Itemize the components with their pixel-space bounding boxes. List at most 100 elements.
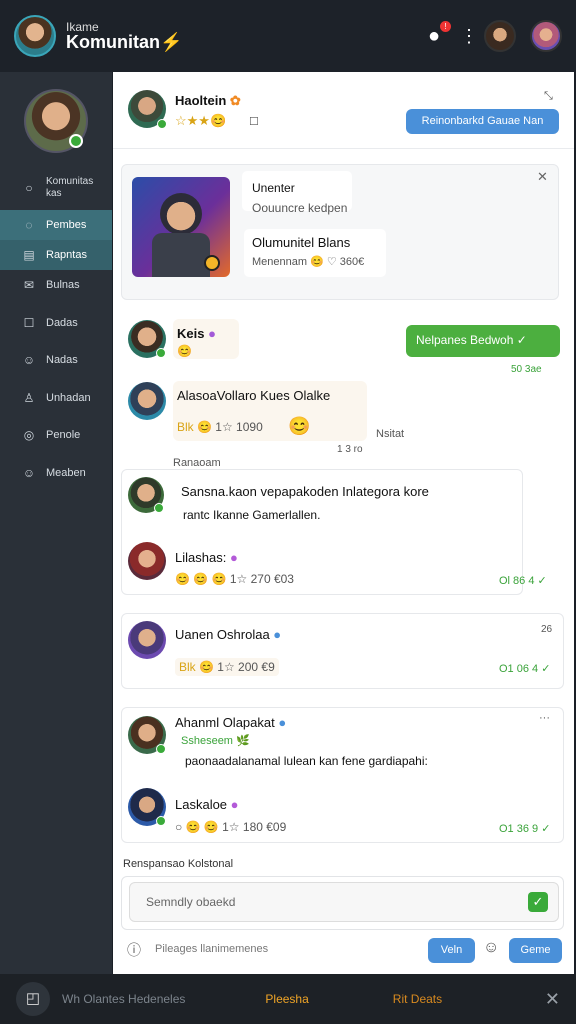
message-text: rantc Ikanne Gamerlallen. xyxy=(183,508,321,522)
bottom-link[interactable]: Pleesha xyxy=(265,992,308,1006)
reaction-bar: Blk 😊 1☆ 1090 xyxy=(177,420,263,434)
feature-title: Unenter xyxy=(252,181,295,195)
feature-card[interactable]: Unenter Oouuncre kedpen Olumunitel Blans… xyxy=(121,164,559,300)
chat-icon[interactable]: ◰ xyxy=(16,982,50,1016)
message-meta: O1 36 9 ✓ xyxy=(499,823,551,835)
message-author: Ahanml Olapakat ● xyxy=(175,715,287,730)
more-icon[interactable]: ··· xyxy=(539,712,550,724)
message-text: Sansna.kaon vepapakoden Inlategora kore xyxy=(181,484,429,499)
user-icon: ♙ xyxy=(23,391,35,405)
bottom-label: Wh Olantes Hedeneles xyxy=(62,992,186,1006)
message-time: 1 3 ro xyxy=(337,444,363,455)
sidebar-item-label: Bulnas xyxy=(46,279,80,291)
emoji-icon[interactable]: ☺ xyxy=(483,939,499,957)
message-subtitle: Ssheseem 🌿 xyxy=(181,735,250,747)
notification-badge: ! xyxy=(440,21,451,32)
avatar[interactable] xyxy=(128,788,166,826)
message-input[interactable]: Semndly obaekd ✓ xyxy=(129,882,559,922)
emoji: 😊 xyxy=(288,416,311,436)
target-icon: ◎ xyxy=(23,428,35,442)
check-icon[interactable]: ✓ xyxy=(528,892,548,912)
sidebar-item-rapntas[interactable]: ▤ Rapntas xyxy=(0,240,112,270)
reaction-bar: Blk 😊 1☆ 200 €9 xyxy=(175,658,279,676)
bell-icon[interactable]: ●! xyxy=(422,21,451,48)
action-button[interactable]: Reinonbarkd Gauae Nan xyxy=(406,109,559,134)
message-author: Uanen Oshrolaa ● xyxy=(175,627,282,642)
app-brand: Ikame Komunitan⚡ xyxy=(66,21,182,51)
sidebar-item-label: Penole xyxy=(46,429,81,441)
sidebar-item-bulnas[interactable]: ✉ Bulnas xyxy=(0,270,112,300)
sidebar-item-label: Dadas xyxy=(46,317,78,329)
sidebar-item-label: Meaben xyxy=(46,467,86,479)
avatar[interactable] xyxy=(128,320,166,358)
section-label: Ranaoam xyxy=(173,457,221,469)
close-icon[interactable]: ✕ xyxy=(545,989,560,1010)
reaction: 😊 xyxy=(177,344,192,358)
helper-text: Pileages llanimemenes xyxy=(155,943,269,955)
sidebar-item-unhadan[interactable]: ♙ Unhadan xyxy=(0,383,112,413)
profile-avatar[interactable] xyxy=(24,89,88,153)
message-author: Laskaloe ● xyxy=(175,797,239,812)
message-meta: Ol 86 4 ✓ xyxy=(499,575,547,587)
feature-meta: Menennam 😊 ♡ 360€ xyxy=(252,256,365,268)
mail-icon: ✉ xyxy=(23,278,35,292)
emoji-icon: ☺ xyxy=(22,466,36,480)
feature-heading: Olumunitel Blans xyxy=(252,235,351,250)
message-author: AlasoaVollaro Kues Olalke xyxy=(177,388,331,403)
close-icon[interactable]: ⤡ xyxy=(544,90,553,103)
sidebar-item-dadas[interactable]: ☐ Dadas xyxy=(0,308,112,338)
top-actions: ●! ⋮ xyxy=(422,20,562,52)
message-author: Keis ● xyxy=(177,326,216,341)
community-icon: ○ xyxy=(25,181,33,195)
avatar[interactable] xyxy=(128,716,166,754)
close-icon[interactable]: ✕ xyxy=(537,169,548,185)
main-panel: Haoltein ✿ ☆★★😊 ☐ ⤡ Reinonbarkd Gauae Na… xyxy=(113,72,574,974)
avatar[interactable] xyxy=(484,20,516,52)
bookmark-icon[interactable]: ☐ xyxy=(249,115,259,128)
bottom-link[interactable]: Rit Deats xyxy=(393,992,442,1006)
message-corner: 26 xyxy=(541,624,553,635)
reply-button[interactable]: Nelpanes Bedwoh ✓ xyxy=(406,325,560,357)
sidebar: ○ Komunitas kas ◌ Pembes ▤ Rapntas ✉ Buln… xyxy=(0,72,112,974)
sidebar-item-pembes[interactable]: ◌ Pembes xyxy=(0,210,112,240)
sidebar-item-penole[interactable]: ◎ Penole xyxy=(0,420,112,450)
info-icon: ⓘ xyxy=(127,942,141,958)
sidebar-item-label: Unhadan xyxy=(46,392,91,404)
footer-label: Renspansao Kolstonal xyxy=(123,858,234,870)
message-text: paonaadalanamal lulean kan fene gardiapa… xyxy=(185,754,428,768)
message-meta: Nsitat xyxy=(376,428,405,440)
message-author: Lilashas: ● xyxy=(175,550,238,565)
sidebar-item-label: Nadas xyxy=(46,354,78,366)
reply-meta: 50 3ae xyxy=(511,364,542,375)
app-title: Komunitan⚡ xyxy=(66,32,183,52)
sidebar-item-label: Rapntas xyxy=(46,249,87,261)
app-logo-avatar[interactable] xyxy=(14,15,56,57)
bottom-bar: ◰ Wh Olantes Hedeneles Pleesha Rit Deats… xyxy=(0,974,576,1024)
rating-stars: ☆★★😊 xyxy=(175,113,227,128)
avatar[interactable] xyxy=(128,477,164,513)
more-vertical-icon[interactable]: ⋮ xyxy=(460,26,478,47)
sidebar-item-nadas[interactable]: ☺ Nadas xyxy=(0,345,112,375)
verified-badge xyxy=(69,134,83,148)
top-bar: Ikame Komunitan⚡ ●! ⋮ xyxy=(0,0,576,72)
smile-icon: ☺ xyxy=(22,353,36,367)
avatar[interactable] xyxy=(128,542,166,580)
document-icon: ☐ xyxy=(23,316,35,330)
feature-subtitle: Oouuncre kedpen xyxy=(252,201,348,215)
message-card xyxy=(121,613,564,689)
avatar[interactable] xyxy=(128,382,166,420)
message-meta: O1 06 4 ✓ xyxy=(499,663,551,675)
sidebar-item-meaben[interactable]: ☺ Meaben xyxy=(0,458,112,488)
secondary-button[interactable]: Geme xyxy=(509,938,562,963)
reaction-bar: 😊 😊 😊 1☆ 270 €03 xyxy=(175,572,294,586)
avatar[interactable] xyxy=(128,621,166,659)
avatar[interactable] xyxy=(530,20,562,52)
avatar[interactable] xyxy=(128,90,167,129)
divider xyxy=(113,148,574,149)
sidebar-item-komunitas[interactable]: ○ Komunitas kas xyxy=(0,173,112,203)
sidebar-item-label: Komunitas kas xyxy=(46,176,94,199)
sidebar-item-label: Pembes xyxy=(46,219,87,231)
game-character-image xyxy=(132,177,230,277)
primary-button[interactable]: Veln xyxy=(428,938,475,963)
user-name: Haoltein ✿ xyxy=(175,93,241,108)
